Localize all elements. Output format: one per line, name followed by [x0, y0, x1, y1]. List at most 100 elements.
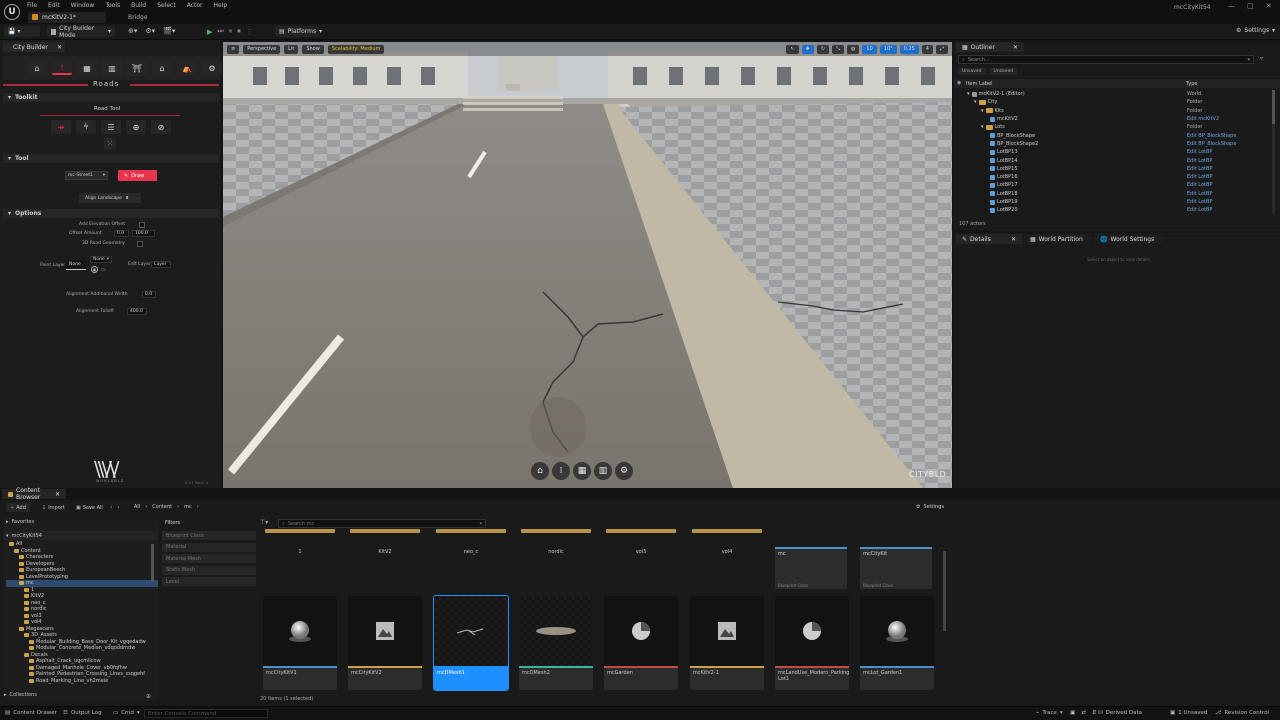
level-tab[interactable]: mcKitV2-1* — [28, 12, 106, 23]
scroll-thumb[interactable] — [1272, 90, 1275, 124]
outliner-row[interactable]: LotBP16 Edit LotBP — [954, 173, 1274, 181]
asset-tile[interactable]: mcLandUse_Modern_Parking Lot1 — [775, 596, 849, 690]
offset-amount-b[interactable]: 100.0 — [132, 230, 155, 237]
outliner-row[interactable]: ▾ Lots Folder — [954, 123, 1274, 131]
draw-road-icon[interactable]: ⇸ — [51, 120, 71, 134]
folder-tile[interactable]: vol3 — [604, 529, 678, 569]
outliner-row[interactable]: LotBP15 Edit LotBP — [954, 165, 1274, 173]
cog-icon[interactable]: ⚙ — [615, 462, 633, 480]
forward-icon[interactable]: › — [117, 504, 119, 511]
import-button[interactable]: ⇩ Import — [42, 503, 65, 512]
home-icon[interactable]: ⌂ — [27, 61, 47, 75]
tool-section-header[interactable]: ▾ Tool — [3, 154, 219, 163]
menu-build[interactable]: Build — [131, 2, 146, 9]
asset-filter-icon[interactable]: ⊤▾ — [260, 519, 268, 526]
menu-edit[interactable]: Edit — [48, 2, 60, 9]
add-button[interactable]: + Add — [6, 503, 30, 512]
outliner-row[interactable]: LotBP18 Edit LotBP — [954, 190, 1274, 198]
notifications-icon[interactable]: ▣ — [1070, 710, 1075, 716]
outliner-item-type[interactable]: Edit LotBP — [1187, 149, 1212, 155]
asset-tile[interactable]: mcDMesh2 — [519, 596, 593, 690]
lit-button[interactable]: Lit — [284, 44, 299, 54]
outliner-row[interactable]: ▾ mcKitV2-1 (Editor) World — [954, 90, 1274, 98]
outliner-item-type[interactable]: Edit LotBP — [1187, 174, 1212, 180]
breadcrumb-all[interactable]: All — [134, 504, 140, 510]
remove-node-icon[interactable]: ⊘ — [151, 120, 171, 134]
add-collection-icon[interactable]: ⊕ — [146, 693, 151, 700]
filter-item[interactable]: Level — [162, 577, 256, 586]
blocks-icon[interactable]: ▦ — [77, 61, 97, 75]
translate-icon[interactable]: ✥ — [801, 44, 814, 54]
trace-button[interactable]: ⌁ Trace ▾ — [1036, 710, 1063, 716]
outliner-row[interactable]: BP_BlockShape2 Edit BP_BlockShape — [954, 140, 1274, 148]
outliner-item-type[interactable]: Edit LotBP — [1187, 207, 1212, 213]
asset-tile[interactable]: mcKitV2-1 — [690, 596, 764, 690]
toolkit-section-header[interactable]: ▾ Toolkit — [3, 93, 219, 102]
outliner-item-type[interactable]: Edit LotBP — [1187, 191, 1212, 197]
grid-snap-value[interactable]: 10 — [862, 44, 877, 54]
tab-close-icon[interactable]: ✕ — [57, 44, 62, 51]
menu-actor[interactable]: Actor — [187, 2, 203, 9]
menu-tools[interactable]: Tools — [105, 2, 120, 9]
outliner-row[interactable]: ▾ Kits Folder — [954, 107, 1274, 115]
world-settings-tab[interactable]: 🌐 World Settings — [1094, 234, 1164, 244]
outliner-row[interactable]: BP_BlockShape Edit BP_BlockShape — [954, 131, 1274, 139]
filter-item[interactable]: Blueprint Class — [162, 531, 256, 540]
source-control-icon[interactable]: ⇄ — [1081, 710, 1086, 716]
quick-add-icon[interactable]: ⊕▾ — [128, 27, 137, 35]
outliner-filter-icon[interactable]: ▿ — [1260, 55, 1263, 62]
blocks-icon[interactable]: ▦ — [573, 462, 591, 480]
alignment-width-value[interactable]: 0.0 — [142, 291, 156, 298]
expand-arrow-icon[interactable]: ▾ — [981, 108, 984, 114]
asset-tile[interactable]: mcGarden — [604, 596, 678, 690]
world-partition-tab[interactable]: ▦ World Partition — [1024, 234, 1092, 244]
favorites-header[interactable]: ▸ Favorites — [4, 518, 158, 526]
menu-window[interactable]: Window — [71, 2, 95, 9]
network-icon[interactable]: ⇵ — [1092, 710, 1097, 716]
type-header[interactable]: Type — [1186, 81, 1197, 87]
settings-button[interactable]: ⚙ Settings ▾ — [1236, 27, 1275, 34]
folder-tile[interactable]: KitV2 — [348, 529, 422, 569]
viewport-menu-icon[interactable]: ≡ — [227, 44, 240, 54]
paint-layer-dropdown[interactable]: None ▾ — [90, 256, 112, 263]
details-tab[interactable]: ✎ Details ✕ — [956, 234, 1022, 244]
breadcrumb-content[interactable]: Content — [152, 504, 172, 510]
scalability-button[interactable]: Scalability: Medium — [327, 44, 385, 54]
close-icon[interactable]: ✕ — [1266, 2, 1272, 10]
outliner-tab[interactable]: ▦ Outliner ✕ — [956, 42, 1024, 52]
asset-search[interactable]: ⌕ Search mc ▾ — [278, 519, 486, 528]
play-options-icon[interactable]: ⋮ — [246, 28, 253, 36]
cog-icon[interactable]: ⚙ — [202, 61, 222, 75]
folder-tile[interactable]: 1 — [263, 529, 337, 569]
cinematics-icon[interactable]: 🎬▾ — [163, 27, 175, 35]
derived-data-button[interactable]: ⛁ Derived Data — [1098, 710, 1142, 716]
outliner-row[interactable]: LotBP20 Edit LotBP — [954, 206, 1274, 214]
adjust-road-icon[interactable]: ☰ — [101, 120, 121, 134]
maximize-icon[interactable]: ▢ — [1247, 2, 1254, 10]
platforms-button[interactable]: ▤ Platforms ▾ — [275, 26, 322, 37]
play-icon[interactable]: ▶ — [207, 28, 212, 36]
paint-layer-browse-icon[interactable]: ▭ — [101, 267, 106, 273]
foliage-icon[interactable]: ⌂ — [152, 61, 172, 75]
blueprint-icon[interactable]: ⚙▾ — [145, 27, 155, 35]
filter-item[interactable]: Material Mesh — [162, 554, 256, 563]
folder-tile[interactable]: vol4 — [690, 529, 764, 569]
blueprint-tile[interactable]: mc Blueprint Class — [775, 547, 847, 589]
rotation-snap-value[interactable]: 10° — [879, 44, 897, 54]
expand-arrow-icon[interactable]: ▾ — [981, 124, 984, 130]
unsaved-button[interactable]: ▣ 1 Unsaved — [1170, 710, 1207, 716]
filter-chip[interactable]: Unsaved — [989, 68, 1018, 75]
step-icon[interactable]: ⏭ — [217, 27, 223, 36]
buildings-icon[interactable]: ▥ — [102, 61, 122, 75]
save-icon[interactable]: 💾 ▾ — [4, 26, 40, 37]
minimize-icon[interactable]: — — [1228, 2, 1235, 10]
console-input[interactable]: Enter Console Command — [144, 709, 268, 718]
visibility-icon[interactable]: ◉ — [957, 80, 961, 86]
asset-tile[interactable]: mcCityKitV2 — [348, 596, 422, 690]
alignment-falloff-value[interactable]: 400.0 — [127, 308, 147, 315]
outliner-item-type[interactable]: Edit LotBP — [1187, 199, 1212, 205]
outliner-item-type[interactable]: Edit LotBP — [1187, 158, 1212, 164]
grid-icon[interactable]: ⁙ — [104, 138, 116, 150]
filter-item[interactable]: Static Mesh — [162, 565, 256, 575]
expand-arrow-icon[interactable]: ▾ — [974, 99, 977, 105]
